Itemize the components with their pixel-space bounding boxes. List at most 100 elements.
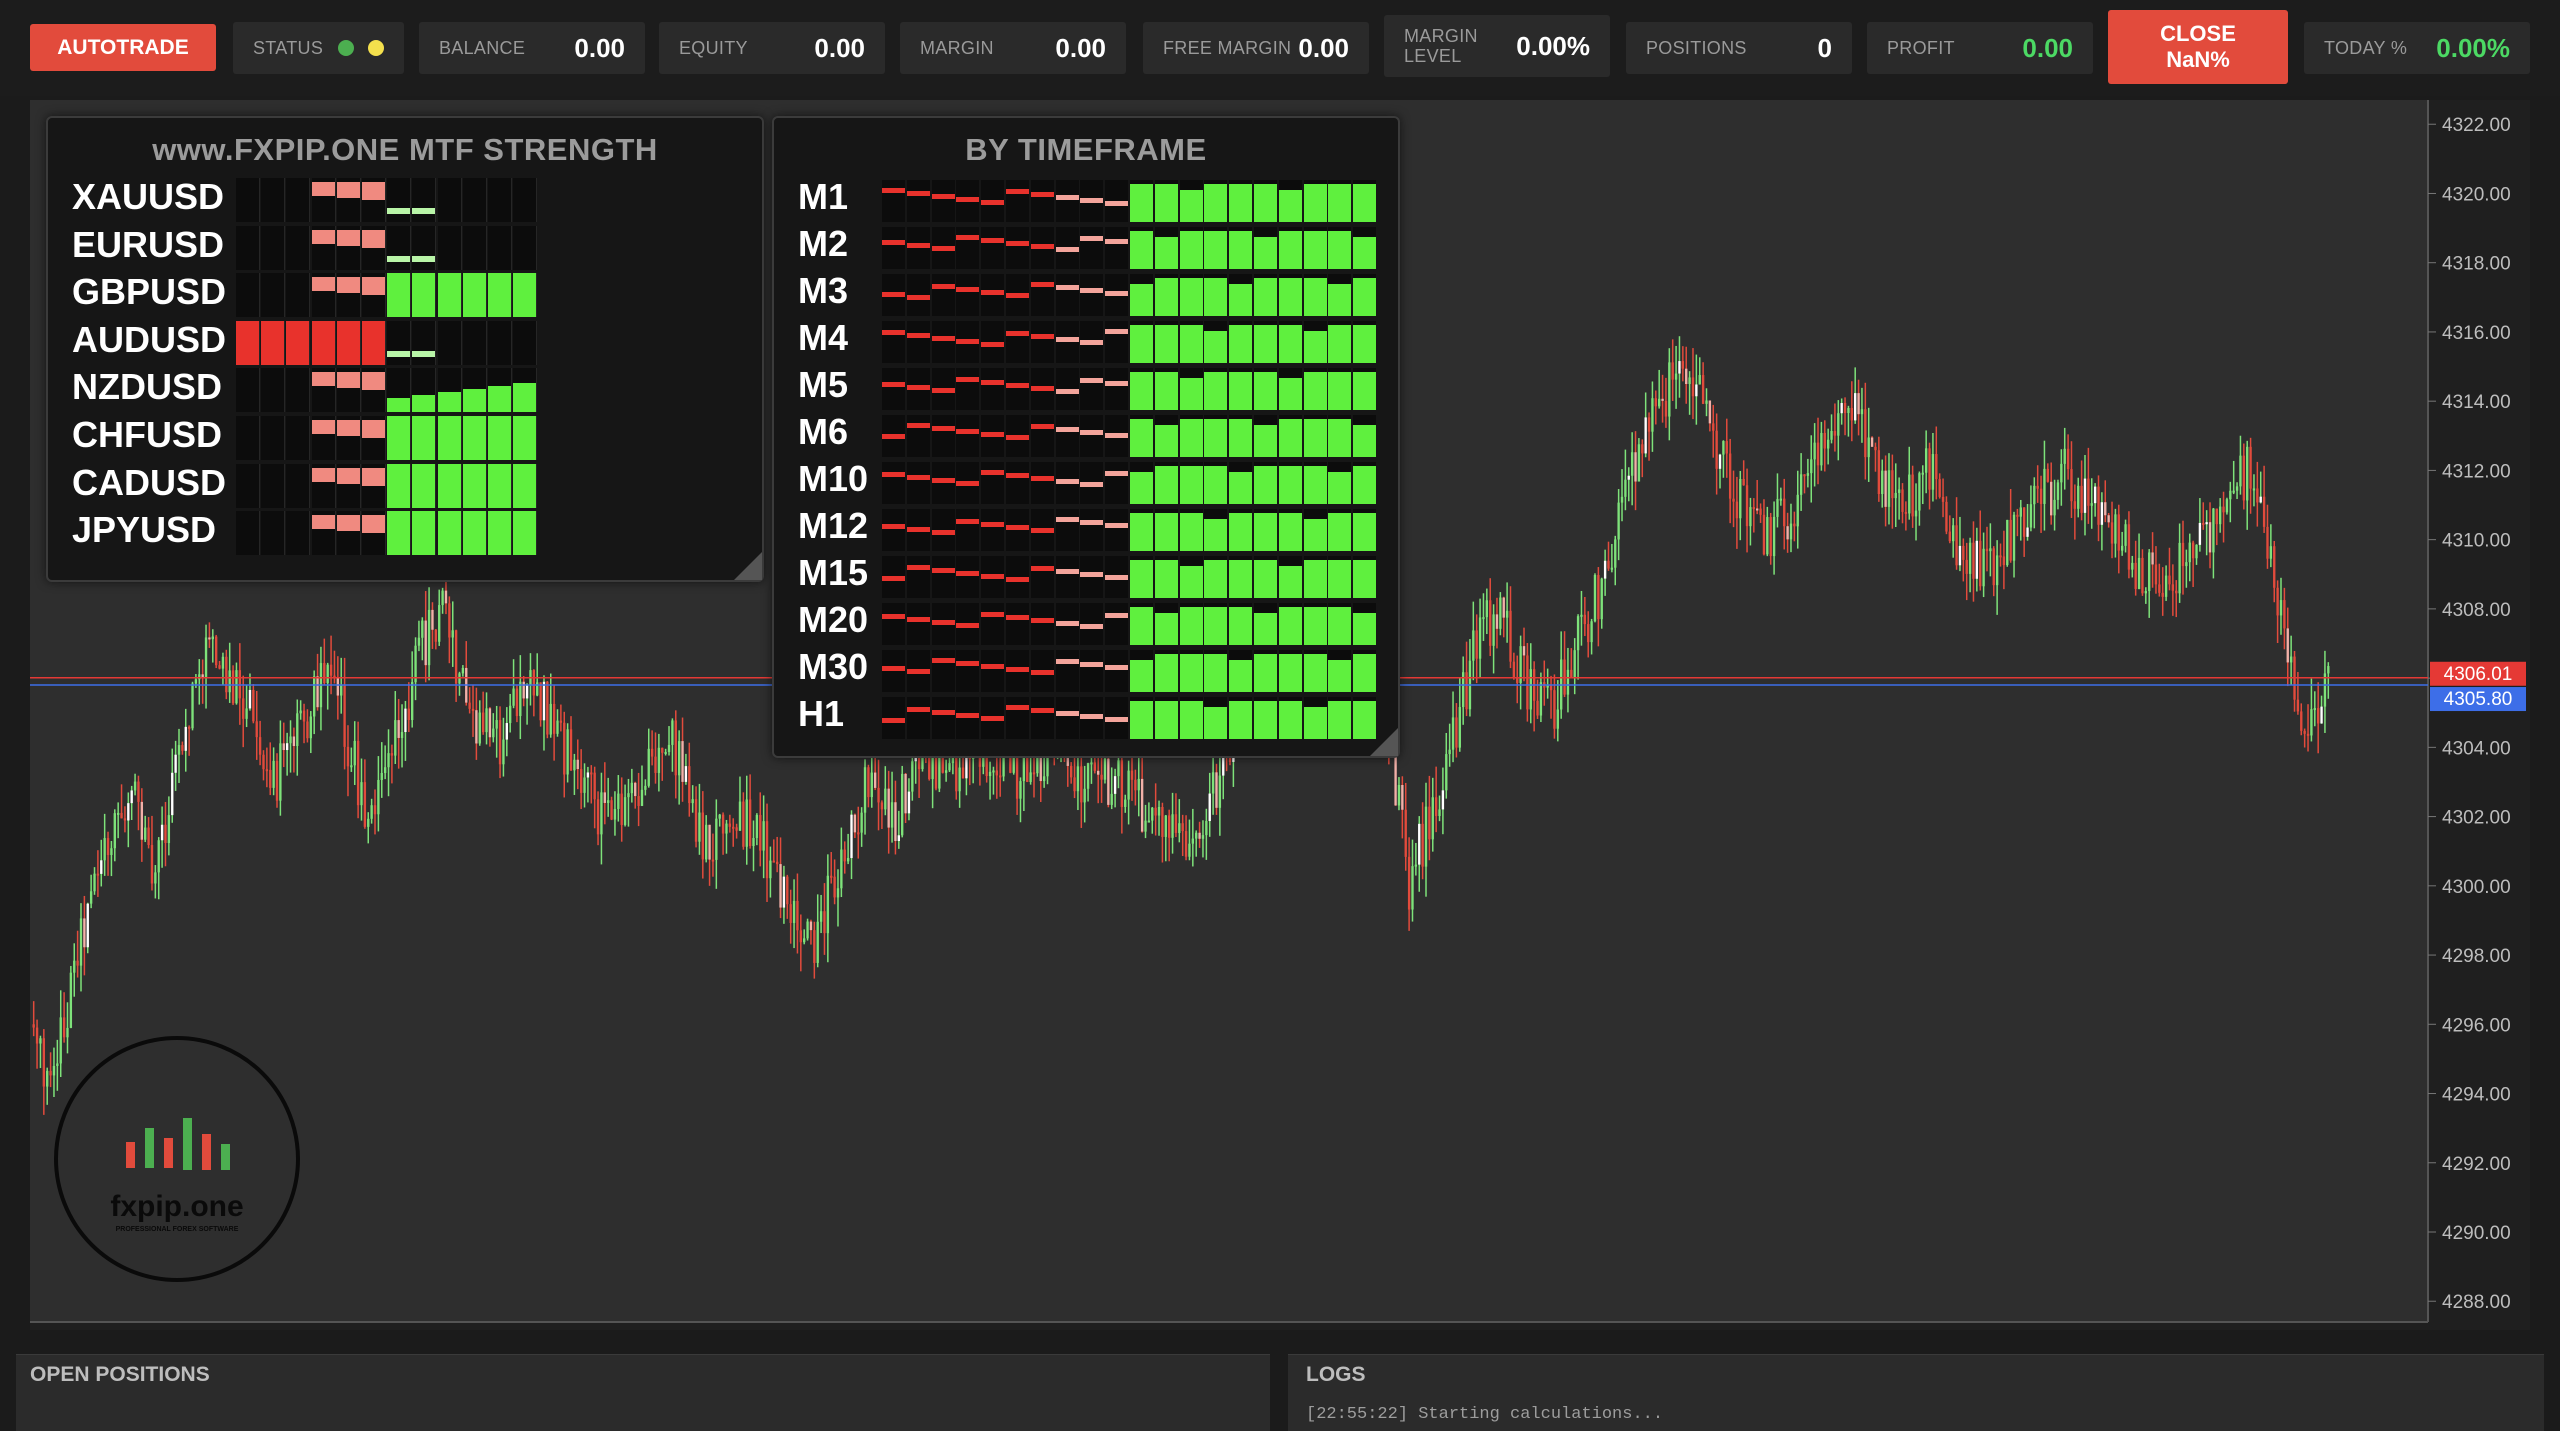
strength-cell bbox=[462, 273, 487, 318]
profit-label: PROFIT bbox=[1887, 38, 1955, 58]
strength-cell bbox=[311, 416, 336, 460]
candle bbox=[1810, 459, 1813, 474]
candle bbox=[1914, 510, 1918, 517]
candle bbox=[988, 771, 992, 777]
strength-fill bbox=[336, 420, 360, 436]
candle bbox=[363, 782, 367, 827]
autotrade-button[interactable]: AUTOTRADE bbox=[30, 24, 216, 71]
timeframe-cell bbox=[1080, 415, 1104, 457]
timeframe-cell bbox=[1055, 274, 1079, 316]
timeframe-fill bbox=[931, 336, 955, 341]
timeframe-cell bbox=[1303, 415, 1327, 457]
candle bbox=[1891, 470, 1894, 499]
timeframe-fill bbox=[1229, 513, 1253, 551]
profit-stat: PROFIT 0.00 bbox=[1867, 22, 2093, 74]
candle bbox=[427, 609, 431, 666]
candle bbox=[488, 708, 492, 738]
timeframe-fill bbox=[1154, 613, 1178, 645]
candle bbox=[225, 656, 228, 693]
strength-cell bbox=[437, 463, 462, 508]
strength-cell bbox=[336, 178, 361, 222]
timeframe-cell bbox=[1105, 321, 1129, 363]
resize-handle[interactable] bbox=[734, 552, 762, 580]
timeframe-fill bbox=[1254, 513, 1277, 551]
candle bbox=[2077, 485, 2080, 509]
candle bbox=[2053, 499, 2056, 516]
timeframe-fill bbox=[1278, 607, 1302, 645]
strength-cell bbox=[286, 511, 311, 556]
timeframe-label: M5 bbox=[798, 364, 849, 405]
candle bbox=[691, 799, 694, 804]
timeframe-fill bbox=[1130, 607, 1153, 645]
timeframe-cell bbox=[1179, 556, 1203, 598]
candle bbox=[2033, 485, 2036, 505]
equity-value: 0.00 bbox=[814, 32, 865, 63]
strength-fill bbox=[336, 320, 360, 365]
timeframe-fill bbox=[1130, 184, 1153, 222]
timeframe-fill bbox=[1105, 239, 1129, 244]
candle bbox=[512, 688, 515, 706]
timeframe-fill bbox=[1278, 231, 1302, 269]
timeframe-fill bbox=[1006, 189, 1029, 194]
timeframe-fill bbox=[1030, 282, 1054, 287]
timeframe-cell bbox=[1254, 321, 1277, 363]
candle bbox=[1918, 473, 1921, 511]
candle bbox=[1698, 375, 1701, 385]
timeframe-fill bbox=[956, 519, 980, 524]
by-timeframe-panel[interactable]: BY TIMEFRAME M1 M2 M3 M4 M5 M6 M10 M12 M15 M20 M30… bbox=[772, 116, 1400, 758]
timeframe-cell bbox=[1130, 603, 1153, 645]
resize-handle[interactable] bbox=[1370, 728, 1398, 756]
timeframe-label: M6 bbox=[798, 411, 849, 452]
strength-fill bbox=[387, 463, 411, 508]
candle bbox=[681, 741, 684, 782]
candle bbox=[343, 685, 346, 747]
timeframe-fill bbox=[1030, 424, 1054, 429]
candle bbox=[1884, 470, 1887, 507]
candle bbox=[1536, 700, 1539, 716]
candle bbox=[1475, 630, 1478, 659]
timeframe-fill bbox=[1204, 372, 1228, 410]
timeframe-cell bbox=[1204, 227, 1228, 269]
candle bbox=[830, 875, 833, 878]
timeframe-cell bbox=[1105, 368, 1129, 410]
timeframe-fill bbox=[1254, 613, 1277, 645]
timeframe-fill bbox=[1080, 288, 1104, 293]
timeframe-fill bbox=[1006, 667, 1029, 672]
candle bbox=[79, 918, 83, 966]
candle bbox=[194, 679, 198, 684]
close-all-button[interactable]: CLOSE NaN% bbox=[2108, 10, 2288, 84]
timeframe-cell bbox=[1229, 650, 1253, 692]
candle bbox=[620, 793, 623, 825]
candle bbox=[992, 770, 995, 773]
strength-cell bbox=[437, 225, 462, 270]
mtf-strength-panel[interactable]: www.FXPIP.ONE MTF STRENGTH XAUUSD EURUSD G… bbox=[46, 116, 764, 582]
candle bbox=[282, 743, 285, 751]
strength-cell bbox=[236, 320, 260, 365]
timeframe-cell bbox=[981, 274, 1005, 316]
candle bbox=[2148, 552, 2151, 592]
timeframe-cell bbox=[1179, 603, 1203, 645]
timeframe-cell bbox=[1105, 462, 1129, 504]
timeframe-fill bbox=[981, 380, 1005, 385]
candle bbox=[1617, 502, 1620, 540]
candle bbox=[2107, 515, 2110, 523]
candle bbox=[1181, 823, 1184, 832]
candle bbox=[150, 845, 154, 884]
timeframe-fill bbox=[1179, 654, 1203, 692]
candle bbox=[1695, 384, 1698, 397]
candle bbox=[475, 710, 478, 744]
candle bbox=[1678, 361, 1681, 374]
pair-label: CADUSD bbox=[72, 461, 227, 503]
candle bbox=[1769, 517, 1772, 557]
candle bbox=[2222, 506, 2225, 513]
timeframe-cell bbox=[1278, 462, 1302, 504]
timeframe-fill bbox=[931, 658, 955, 663]
candle bbox=[214, 636, 218, 666]
candle bbox=[356, 740, 360, 806]
open-positions-title: OPEN POSITIONS bbox=[30, 1363, 210, 1386]
timeframe-fill bbox=[1154, 372, 1178, 410]
timeframe-cell bbox=[1353, 462, 1377, 504]
price-label: 4305.80 bbox=[2444, 689, 2513, 710]
timeframe-fill bbox=[1353, 560, 1377, 598]
timeframe-fill bbox=[956, 235, 980, 240]
